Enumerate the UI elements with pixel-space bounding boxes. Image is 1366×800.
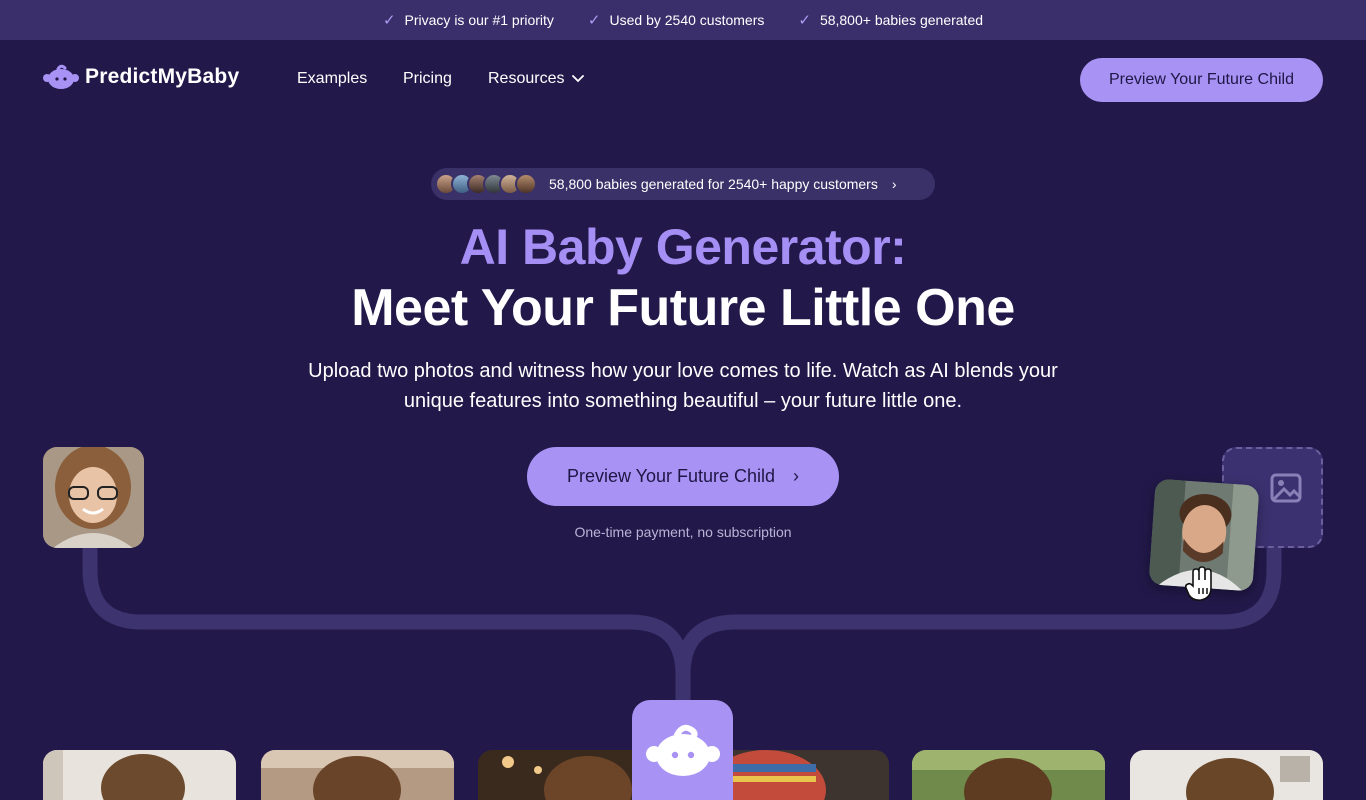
parent-photo-woman — [43, 447, 144, 548]
hand-cursor-icon — [1184, 566, 1212, 601]
image-icon — [1270, 473, 1301, 502]
baby-photo-image — [43, 750, 236, 800]
baby-example-thumbnail[interactable] — [912, 750, 1105, 800]
hero-preview-button[interactable]: Preview Your Future Child › — [527, 447, 839, 506]
baby-example-thumbnail[interactable] — [43, 750, 236, 800]
baby-example-thumbnail[interactable] — [1130, 750, 1323, 800]
baby-photo-image — [912, 750, 1105, 800]
chevron-right-icon: › — [793, 466, 800, 486]
baby-face-icon — [645, 724, 720, 776]
baby-photo-image — [261, 750, 454, 800]
baby-generator-icon-box — [632, 700, 733, 800]
baby-photo-image — [1130, 750, 1323, 800]
woman-portrait-image — [43, 447, 144, 548]
hero-preview-label: Preview Your Future Child — [566, 466, 776, 486]
connector-lines — [82, 548, 1282, 705]
baby-example-thumbnail[interactable] — [261, 750, 454, 800]
